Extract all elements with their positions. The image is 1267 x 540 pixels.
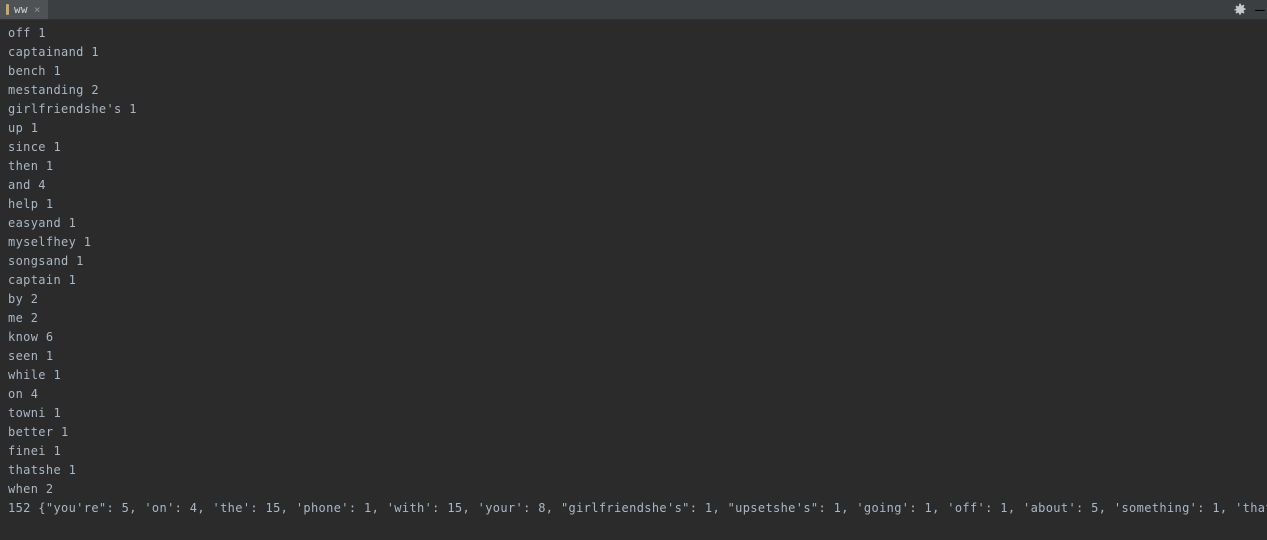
- console-line: on 4: [8, 387, 39, 401]
- console-line: girlfriendshe's 1: [8, 102, 137, 116]
- console-line: by 2: [8, 292, 39, 306]
- console-line: finei 1: [8, 444, 62, 458]
- console-line: help 1: [8, 197, 54, 211]
- gear-icon[interactable]: [1231, 1, 1249, 19]
- console-line: know 6: [8, 330, 54, 344]
- console-line: easyand 1: [8, 216, 77, 230]
- console-output-area[interactable]: off 1 captainand 1 bench 1 mestanding 2 girl…: [0, 21, 1267, 540]
- console-line: off 1: [8, 26, 46, 40]
- minimize-icon[interactable]: –: [1255, 1, 1265, 19]
- console-summary-line: 152 {"you're": 5, 'on': 4, 'the': 15, 'p…: [8, 501, 1267, 515]
- console-line: bench 1: [8, 64, 62, 78]
- tab-ww[interactable]: ww ×: [0, 0, 48, 19]
- console-line: mestanding 2: [8, 83, 99, 97]
- tab-status-marker-icon: [6, 4, 9, 15]
- console-line: then 1: [8, 159, 54, 173]
- console-line: seen 1: [8, 349, 54, 363]
- console-line: captainand 1: [8, 45, 99, 59]
- console-line: me 2: [8, 311, 39, 325]
- console-line: better 1: [8, 425, 69, 439]
- console-line-list: off 1 captainand 1 bench 1 mestanding 2 girl…: [8, 24, 1267, 515]
- console-line: captain 1: [8, 273, 77, 287]
- tab-bar-actions: –: [1231, 0, 1267, 19]
- console-line: up 1: [8, 121, 39, 135]
- tab-bar-spacer: [48, 0, 1231, 19]
- console-line: and 4: [8, 178, 46, 192]
- console-line: when 2: [8, 482, 54, 496]
- console-line: myselfhey 1: [8, 235, 92, 249]
- console-line: songsand 1: [8, 254, 84, 268]
- console-line: towni 1: [8, 406, 62, 420]
- tab-label: ww: [14, 3, 28, 16]
- console-line: thatshe 1: [8, 463, 77, 477]
- console-tool-window: ww × – off 1 captainand 1 bench 1 mestandin…: [0, 0, 1267, 540]
- tab-bar: ww × –: [0, 0, 1267, 20]
- console-line: since 1: [8, 140, 62, 154]
- close-icon[interactable]: ×: [33, 4, 41, 15]
- console-line: while 1: [8, 368, 62, 382]
